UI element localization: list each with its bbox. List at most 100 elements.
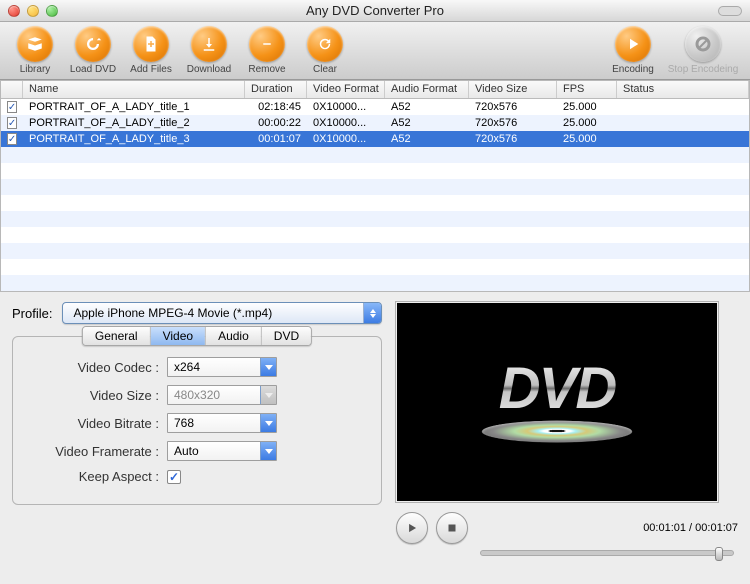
chevron-down-icon [260, 358, 276, 376]
library-label: Library [20, 64, 51, 75]
table-row [1, 163, 749, 179]
remove-label: Remove [248, 64, 285, 75]
cell-fps: 25.000 [557, 117, 617, 129]
table-row [1, 211, 749, 227]
col-fps[interactable]: FPS [557, 81, 617, 98]
profile-select[interactable]: Apple iPhone MPEG-4 Movie (*.mp4) [62, 302, 382, 324]
add-files-label: Add Files [130, 64, 172, 75]
titlebar: Any DVD Converter Pro [0, 0, 750, 22]
encoding-label: Encoding [612, 64, 654, 75]
library-button[interactable]: Library [6, 26, 64, 75]
profile-label: Profile: [12, 306, 52, 321]
tabstrip: General Video Audio DVD [82, 326, 312, 346]
progress-slider[interactable] [480, 550, 734, 556]
video-codec-select[interactable]: x264 [167, 357, 277, 377]
cell-name: PORTRAIT_OF_A_LADY_title_1 [23, 101, 245, 113]
remove-button[interactable]: Remove [238, 26, 296, 75]
cell-fps: 25.000 [557, 133, 617, 145]
col-status[interactable]: Status [617, 81, 749, 98]
keep-aspect-checkbox[interactable]: ✓ [167, 470, 181, 484]
table-row [1, 195, 749, 211]
add-files-icon [133, 26, 169, 62]
table-row [1, 275, 749, 291]
encoding-button[interactable]: Encoding [604, 26, 662, 75]
download-button[interactable]: Download [180, 26, 238, 75]
cell-fps: 25.000 [557, 101, 617, 113]
timecode: 00:01:01 / 00:01:07 [643, 522, 738, 534]
table-row [1, 147, 749, 163]
table-body[interactable]: ✓PORTRAIT_OF_A_LADY_title_102:18:450X100… [1, 99, 749, 291]
video-codec-label: Video Codec : [29, 360, 159, 375]
progress-thumb[interactable] [715, 547, 723, 561]
tab-dvd[interactable]: DVD [262, 327, 311, 345]
cell-vsize: 720x576 [469, 101, 557, 113]
col-duration[interactable]: Duration [245, 81, 307, 98]
table-row [1, 243, 749, 259]
video-size-select: 480x320 [167, 385, 277, 405]
load-dvd-button[interactable]: Load DVD [64, 26, 122, 75]
clear-icon [307, 26, 343, 62]
row-checkbox[interactable]: ✓ [7, 101, 17, 113]
play-button[interactable] [396, 512, 428, 544]
load-dvd-label: Load DVD [70, 64, 116, 75]
video-framerate-select[interactable]: Auto [167, 441, 277, 461]
cell-vsize: 720x576 [469, 117, 557, 129]
clear-button[interactable]: Clear [296, 26, 354, 75]
preview-area: DVD [396, 302, 718, 502]
table-row [1, 179, 749, 195]
col-name[interactable]: Name [23, 81, 245, 98]
cell-name: PORTRAIT_OF_A_LADY_title_3 [23, 133, 245, 145]
tab-general[interactable]: General [83, 327, 151, 345]
stop-icon [685, 26, 721, 62]
chevron-down-icon [260, 386, 276, 404]
video-size-label: Video Size : [29, 388, 159, 403]
profile-value: Apple iPhone MPEG-4 Movie (*.mp4) [73, 306, 272, 320]
cell-name: PORTRAIT_OF_A_LADY_title_2 [23, 117, 245, 129]
stop-encoding-button: Stop Encodeing [662, 26, 744, 75]
library-icon [17, 26, 53, 62]
cell-duration: 02:18:45 [245, 101, 307, 113]
encoding-icon [615, 26, 651, 62]
table-row[interactable]: ✓ PORTRAIT_OF_A_LADY_title_200:00:220X100… [1, 115, 749, 131]
download-icon [191, 26, 227, 62]
cell-vformat: 0X10000... [307, 133, 385, 145]
tab-video[interactable]: Video [151, 327, 206, 345]
cell-aformat: A52 [385, 133, 469, 145]
table-row[interactable]: ✓PORTRAIT_OF_A_LADY_title_102:18:450X100… [1, 99, 749, 115]
toolbar: Library Load DVD Add Files Download Remo… [0, 22, 750, 80]
cell-aformat: A52 [385, 101, 469, 113]
load-dvd-icon [75, 26, 111, 62]
toolbar-toggle-pill[interactable] [718, 6, 742, 16]
video-framerate-label: Video Framerate : [29, 444, 159, 459]
stop-button[interactable] [436, 512, 468, 544]
cell-vformat: 0X10000... [307, 117, 385, 129]
window-title: Any DVD Converter Pro [0, 3, 750, 18]
col-video-format[interactable]: Video Format [307, 81, 385, 98]
row-checkbox[interactable]: ✓ [7, 133, 17, 145]
video-bitrate-label: Video Bitrate : [29, 416, 159, 431]
video-bitrate-select[interactable]: 768 [167, 413, 277, 433]
file-table: Name Duration Video Format Audio Format … [0, 80, 750, 292]
minimize-window-button[interactable] [27, 5, 39, 17]
dvd-logo-icon: DVD [482, 355, 632, 450]
keep-aspect-label: Keep Aspect : [29, 469, 159, 484]
traffic-lights [8, 5, 58, 17]
chevron-down-icon [260, 414, 276, 432]
cell-vsize: 720x576 [469, 133, 557, 145]
tab-audio[interactable]: Audio [206, 327, 262, 345]
cell-duration: 00:00:22 [245, 117, 307, 129]
col-audio-format[interactable]: Audio Format [385, 81, 469, 98]
clear-label: Clear [313, 64, 337, 75]
add-files-button[interactable]: Add Files [122, 26, 180, 75]
table-row[interactable]: ✓PORTRAIT_OF_A_LADY_title_300:01:070X100… [1, 131, 749, 147]
chevron-down-icon [260, 442, 276, 460]
zoom-window-button[interactable] [46, 5, 58, 17]
stop-encoding-label: Stop Encodeing [668, 64, 739, 75]
dropdown-arrows-icon [363, 303, 381, 323]
row-checkbox[interactable]: ✓ [7, 117, 17, 129]
table-row [1, 259, 749, 275]
remove-icon [249, 26, 285, 62]
table-row [1, 227, 749, 243]
col-video-size[interactable]: Video Size [469, 81, 557, 98]
close-window-button[interactable] [8, 5, 20, 17]
